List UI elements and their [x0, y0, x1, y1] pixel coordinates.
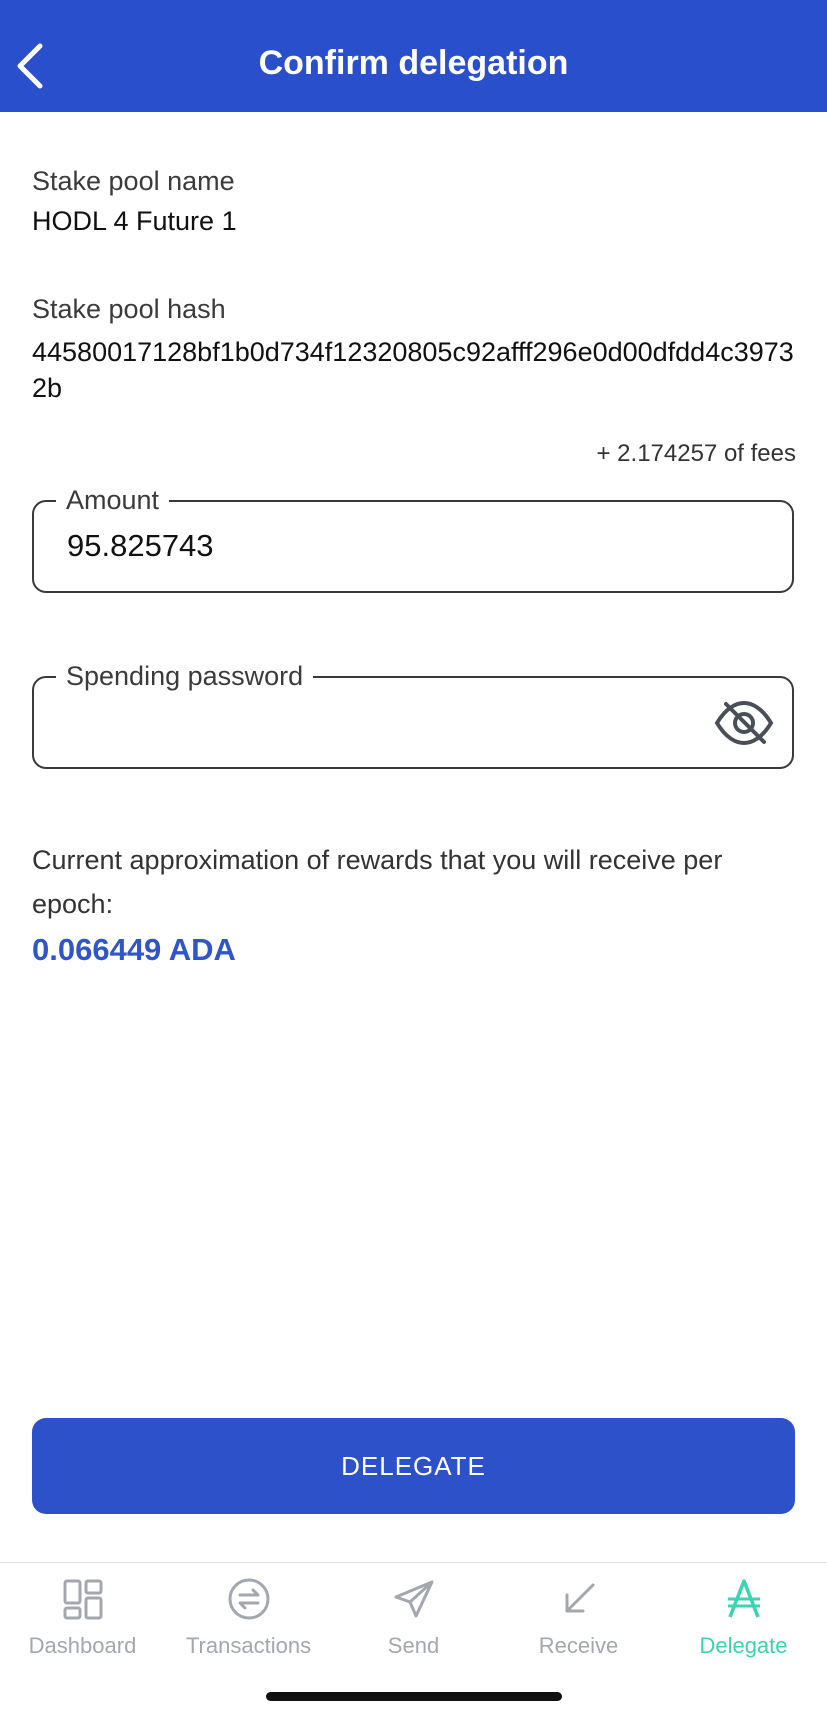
receive-icon: [565, 1583, 594, 1613]
amount-field[interactable]: Amount 95.825743: [32, 483, 794, 593]
stake-pool-name-label: Stake pool name: [32, 166, 235, 196]
tab-delegate[interactable]: Delegate: [661, 1563, 826, 1673]
page-title: Confirm delegation: [258, 44, 569, 82]
tab-send-label: Send: [387, 1633, 440, 1658]
stake-pool-name: HODL 4 Future 1: [32, 206, 237, 236]
tab-receive[interactable]: Receive: [496, 1563, 661, 1673]
delegate-button[interactable]: DELEGATE: [32, 1418, 795, 1514]
send-icon: [394, 1580, 433, 1618]
toggle-password-visibility-button[interactable]: [714, 698, 774, 748]
ada-icon: [727, 1579, 760, 1618]
spending-password-field[interactable]: Spending password: [32, 659, 794, 769]
header-bar: Confirm delegation: [0, 0, 827, 112]
dashboard-icon: [63, 1579, 102, 1620]
rewards-description: Current approximation of rewards that yo…: [32, 845, 723, 919]
fees-text: + 2.174257 of fees: [596, 440, 797, 467]
rewards-value: 0.066449 ADA: [32, 932, 236, 967]
home-indicator: [266, 1692, 562, 1701]
tab-send[interactable]: Send: [331, 1563, 496, 1673]
tab-transactions-label: Transactions: [185, 1633, 312, 1658]
stake-pool-hash-label: Stake pool hash: [32, 294, 226, 324]
stake-pool-hash: 44580017128bf1b0d734f12320805c92afff296e…: [32, 337, 794, 403]
tab-receive-label: Receive: [538, 1633, 619, 1658]
tab-dashboard[interactable]: Dashboard: [0, 1563, 165, 1673]
amount-value[interactable]: 95.825743: [67, 528, 214, 564]
transactions-icon: [228, 1578, 269, 1620]
tab-delegate-label: Delegate: [699, 1633, 788, 1658]
eye-off-icon: [714, 700, 774, 746]
spending-password-label: Spending password: [56, 659, 314, 693]
amount-label: Amount: [56, 483, 170, 517]
tab-transactions[interactable]: Transactions: [166, 1563, 331, 1673]
tab-dashboard-label: Dashboard: [28, 1633, 137, 1658]
